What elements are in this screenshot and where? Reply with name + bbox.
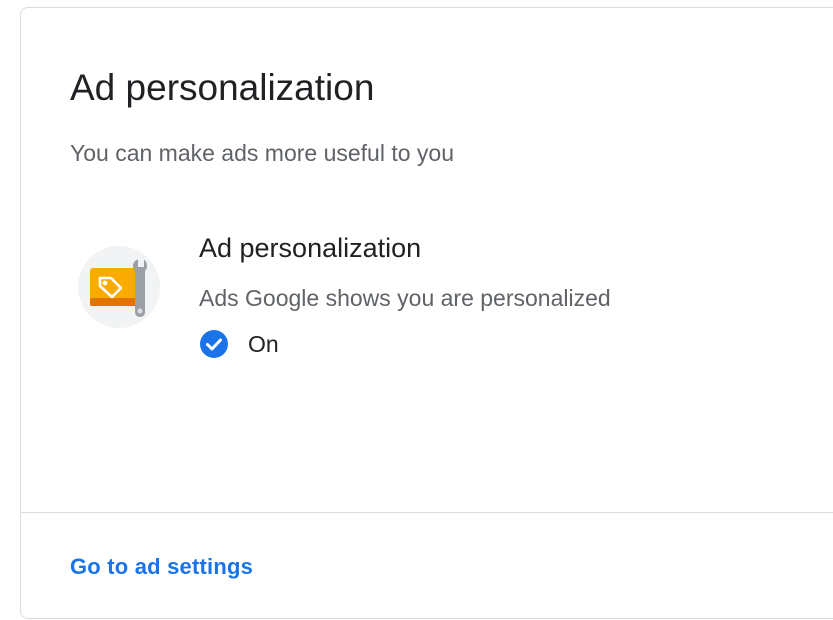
setting-description: Ads Google shows you are personalized [199,285,611,311]
card-subtitle: You can make ads more useful to you [70,140,454,166]
ad-settings-tag-wrench-icon [78,246,160,328]
status-text: On [248,331,279,357]
card-title: Ad personalization [70,67,375,108]
go-to-ad-settings-link[interactable]: Go to ad settings [70,552,253,582]
card-divider [21,512,833,513]
ad-personalization-card: Ad personalization You can make ads more… [20,7,833,619]
check-circle-icon [199,329,229,359]
setting-name: Ad personalization [199,233,422,263]
status-indicator: On [199,326,279,362]
